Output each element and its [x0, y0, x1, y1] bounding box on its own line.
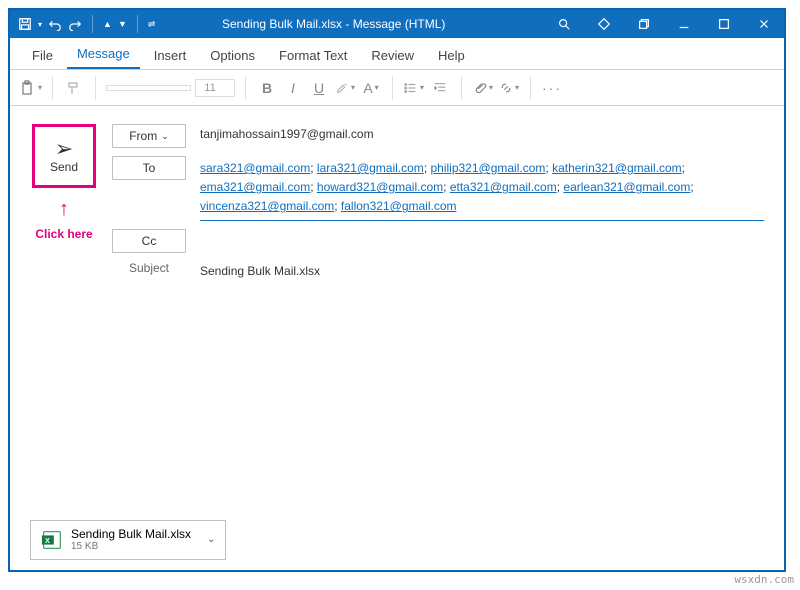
- watermark: wsxdn.com: [734, 573, 794, 586]
- font-size-select[interactable]: 11: [195, 79, 235, 97]
- font-family-select[interactable]: [106, 85, 191, 91]
- send-icon: ➢: [55, 138, 73, 160]
- search-icon[interactable]: [544, 17, 584, 31]
- maximize-icon[interactable]: [704, 17, 744, 31]
- recipient-link[interactable]: howard321@gmail.com: [317, 180, 443, 194]
- redo-icon[interactable]: [68, 17, 82, 31]
- italic-button[interactable]: I: [282, 77, 304, 99]
- tab-help[interactable]: Help: [428, 42, 475, 69]
- subject-field[interactable]: Sending Bulk Mail.xlsx: [200, 261, 764, 281]
- attachment-chip[interactable]: X Sending Bulk Mail.xlsx 15 KB ⌄: [30, 520, 226, 560]
- chevron-down-icon[interactable]: ⌄: [207, 534, 215, 545]
- recipient-link[interactable]: ema321@gmail.com: [200, 180, 310, 194]
- attach-file-icon[interactable]: [472, 77, 494, 99]
- svg-text:X: X: [45, 536, 50, 545]
- font-highlight-button[interactable]: [334, 77, 356, 99]
- close-icon[interactable]: [744, 17, 784, 31]
- ribbon-tabs: File Message Insert Options Format Text …: [10, 38, 784, 70]
- recipient-link[interactable]: fallon321@gmail.com: [341, 199, 457, 213]
- bold-button[interactable]: B: [256, 77, 278, 99]
- attachment-name: Sending Bulk Mail.xlsx: [71, 527, 191, 541]
- ribbon-toolbar: 11 B I U A ···: [10, 70, 784, 106]
- titlebar: ▾ ▲ ▼ ⇌ Sending Bulk Mail.xlsx - Message…: [10, 10, 784, 38]
- tab-file[interactable]: File: [22, 42, 63, 69]
- recipient-link[interactable]: etta321@gmail.com: [450, 180, 557, 194]
- more-options-icon[interactable]: ···: [541, 77, 563, 99]
- recipient-link[interactable]: katherin321@gmail.com: [552, 161, 682, 175]
- tab-format[interactable]: Format Text: [269, 42, 357, 69]
- to-field[interactable]: sara321@gmail.com; lara321@gmail.com; ph…: [200, 156, 764, 221]
- attachment-row: X Sending Bulk Mail.xlsx 15 KB ⌄: [10, 520, 784, 570]
- fields-column: From⌄ tanjimahossain1997@gmail.com To sa…: [112, 124, 764, 520]
- link-icon[interactable]: [498, 77, 520, 99]
- tab-insert[interactable]: Insert: [144, 42, 197, 69]
- indent-icon[interactable]: [429, 77, 451, 99]
- format-painter-icon[interactable]: [63, 77, 85, 99]
- annotation-text: Click here: [35, 227, 92, 241]
- send-label: Send: [50, 160, 78, 174]
- chevron-down-icon[interactable]: ▾: [38, 20, 42, 29]
- minimize-icon[interactable]: [664, 17, 704, 31]
- send-button[interactable]: ➢ Send: [32, 124, 96, 188]
- recipient-link[interactable]: sara321@gmail.com: [200, 161, 310, 175]
- recipient-link[interactable]: earlean321@gmail.com: [563, 180, 690, 194]
- paste-button[interactable]: [20, 77, 42, 99]
- cc-button[interactable]: Cc: [112, 229, 186, 253]
- recipient-link[interactable]: vincenza321@gmail.com: [200, 199, 334, 213]
- up-arrow-icon[interactable]: ▲: [103, 19, 112, 29]
- tab-review[interactable]: Review: [361, 42, 424, 69]
- window-frame: ▾ ▲ ▼ ⇌ Sending Bulk Mail.xlsx - Message…: [8, 8, 786, 572]
- qat-separator: [92, 15, 93, 33]
- annotation-arrow-icon: ↑: [59, 198, 69, 221]
- bullet-list-icon[interactable]: [403, 77, 425, 99]
- from-value[interactable]: tanjimahossain1997@gmail.com: [200, 124, 764, 144]
- subject-label: Subject: [112, 261, 186, 275]
- to-button[interactable]: To: [112, 156, 186, 180]
- from-button[interactable]: From⌄: [112, 124, 186, 148]
- recipient-link[interactable]: lara321@gmail.com: [317, 161, 424, 175]
- excel-file-icon: X: [41, 529, 63, 551]
- tab-message[interactable]: Message: [67, 40, 140, 69]
- diamond-icon[interactable]: [584, 17, 624, 31]
- tab-options[interactable]: Options: [200, 42, 265, 69]
- attachment-size: 15 KB: [71, 541, 191, 553]
- window-title: Sending Bulk Mail.xlsx - Message (HTML): [123, 17, 544, 31]
- undo-icon[interactable]: [48, 17, 62, 31]
- compose-area: ➢ Send ↑ Click here From⌄ tanjimahossain…: [10, 106, 784, 520]
- restore-icon[interactable]: [624, 17, 664, 31]
- save-icon[interactable]: [18, 17, 32, 31]
- title-right-controls: [544, 17, 784, 31]
- font-color-button[interactable]: A: [360, 77, 382, 99]
- cc-field[interactable]: [200, 229, 764, 235]
- send-column: ➢ Send ↑ Click here: [30, 124, 98, 520]
- recipient-link[interactable]: philip321@gmail.com: [430, 161, 545, 175]
- underline-button[interactable]: U: [308, 77, 330, 99]
